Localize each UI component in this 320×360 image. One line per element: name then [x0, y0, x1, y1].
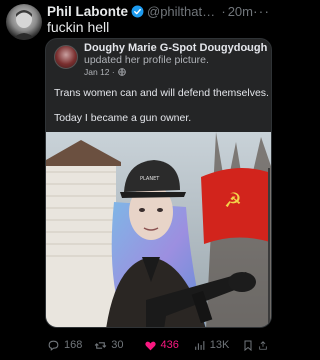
tweet-text: fuckin hell: [47, 19, 110, 35]
embed-date: Jan 12 ·: [84, 67, 115, 77]
embed-post-line-2: Today I became a gun owner.: [54, 112, 192, 124]
retweet-button[interactable]: 30: [94, 339, 143, 352]
views-count: 13K: [209, 339, 230, 351]
like-button[interactable]: 436: [144, 339, 193, 352]
author-name[interactable]: Phil Labonte: [47, 4, 128, 19]
views-icon: [194, 340, 205, 350]
tweet[interactable]: Phil Labonte @philthatre... · 20m ··· fu…: [0, 0, 274, 360]
tweet-timestamp[interactable]: 20m: [228, 4, 253, 19]
reply-count: 168: [64, 339, 83, 351]
tweet-header: Phil Labonte @philthatre... · 20m ···: [47, 3, 270, 19]
embed-action-text: updated her profile picture.: [84, 54, 209, 66]
embed-author-avatar: [54, 45, 78, 69]
views-button[interactable]: 13K: [193, 339, 242, 352]
verified-badge-icon: [131, 5, 144, 18]
flag-emblem: ☭: [224, 188, 242, 212]
profile-photo: ☭ PLANET: [46, 132, 271, 327]
author-handle[interactable]: @philthatre...: [147, 4, 219, 19]
retweet-icon: [94, 341, 107, 349]
globe-icon: [117, 68, 126, 76]
share-button[interactable]: [258, 339, 272, 352]
cap-text: PLANET: [140, 176, 160, 182]
bookmark-button[interactable]: [242, 339, 258, 352]
reply-button[interactable]: 168: [47, 339, 94, 352]
retweet-count: 30: [111, 339, 124, 351]
embedded-screenshot-card[interactable]: Doughy Marie G-Spot Dougydough updated h…: [45, 38, 272, 328]
author-avatar[interactable]: [6, 4, 42, 40]
tweet-action-bar: 168 30 436 13K: [47, 336, 272, 354]
heart-icon: [144, 341, 156, 350]
share-icon: [259, 340, 267, 350]
embed-author-name: Doughy Marie G-Spot Dougydough: [84, 42, 268, 54]
embed-more-icon: ···: [245, 41, 261, 56]
like-count: 436: [160, 339, 179, 351]
bookmark-icon: [244, 340, 252, 351]
more-options-icon[interactable]: ···: [253, 3, 270, 19]
separator-dot: ·: [221, 3, 226, 19]
embed-meta: Jan 12 ·: [84, 67, 126, 77]
embed-post-line-1: Trans women can and will defend themselv…: [54, 87, 269, 99]
reply-icon: [48, 340, 59, 351]
